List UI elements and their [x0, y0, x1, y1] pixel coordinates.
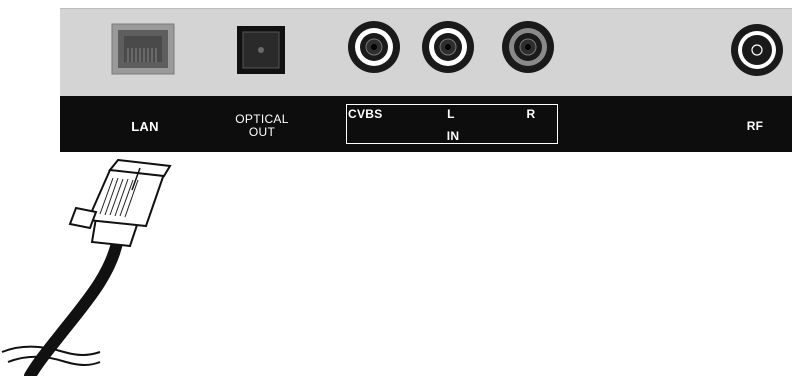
cvbs-label: CVBS — [348, 107, 383, 121]
connector-illustration — [1, 21, 783, 376]
lan-port — [111, 23, 175, 75]
audio-right-jack — [502, 21, 554, 73]
cvbs-jack — [348, 21, 400, 73]
in-label: IN — [446, 129, 460, 143]
rf-label: RF — [746, 119, 764, 133]
lan-label: LAN — [131, 119, 159, 134]
ethernet-cable — [1, 158, 172, 376]
rf-connector — [731, 24, 783, 76]
audio-left-jack — [422, 21, 474, 73]
optical-out-label: OPTICAL OUT — [235, 112, 289, 139]
left-channel-label: L — [447, 107, 455, 121]
right-channel-label: R — [526, 107, 536, 121]
optical-out-port — [237, 26, 285, 74]
